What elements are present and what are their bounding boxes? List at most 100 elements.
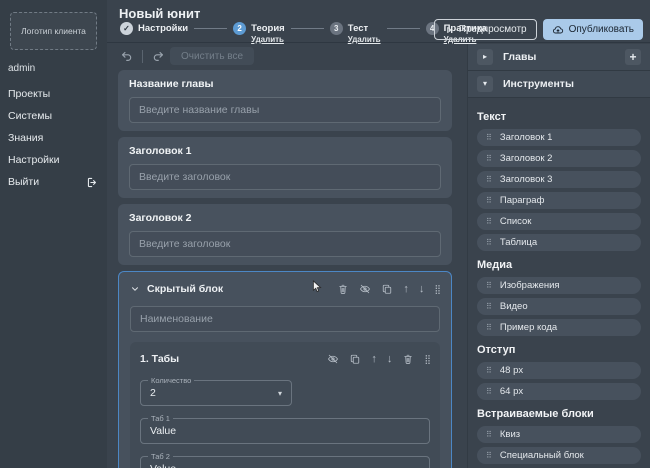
sidebar-nav: Проекты Системы Знания Настройки Выйти — [0, 83, 107, 193]
tool-heading2[interactable]: ⠿ Заголовок 2 — [477, 150, 641, 167]
client-logo-placeholder: Логотип клиента — [10, 12, 97, 50]
move-up-icon[interactable]: ↑ — [403, 284, 409, 295]
tool-spacing-64[interactable]: ⠿ 64 px — [477, 383, 641, 400]
step-theory[interactable]: 2 Теория Удалить — [233, 22, 285, 44]
heading2-card: Заголовок 2 — [118, 204, 452, 265]
sidebar-item-logout[interactable]: Выйти — [0, 171, 107, 193]
step-connector — [291, 28, 324, 29]
preview-button[interactable]: Предпросмотр — [434, 19, 537, 40]
tool-images[interactable]: ⠿ Изображения — [477, 277, 641, 294]
hidden-block-title: Скрытый блок — [147, 283, 223, 295]
sidebar-item-settings[interactable]: Настройки — [0, 149, 107, 171]
left-sidebar: Логотип клиента admin Проекты Системы Зн… — [0, 0, 107, 468]
clear-all-button[interactable]: Очистить все — [170, 47, 254, 65]
toolbar-divider — [142, 50, 143, 63]
copy-icon[interactable] — [381, 283, 393, 295]
chevron-right-icon[interactable]: ▸ — [477, 49, 493, 65]
tab1-field: Таб 1 — [140, 418, 430, 444]
drag-handle-icon: ⠿ — [486, 367, 492, 375]
tab2-field: Таб 2 — [140, 456, 430, 468]
tool-code-sample[interactable]: ⠿ Пример кода — [477, 319, 641, 336]
drag-handle-icon[interactable]: ⣿ — [424, 355, 430, 364]
tool-video[interactable]: ⠿ Видео — [477, 298, 641, 315]
tabs-block-card: 1. Табы ↑ ↓ ⣿ — [130, 342, 440, 468]
step-settings[interactable]: ✓ Настройки — [120, 22, 188, 35]
chapter-title-input[interactable] — [129, 97, 441, 123]
drag-handle-icon: ⠿ — [486, 176, 492, 184]
step-test[interactable]: 3 Тест Удалить — [330, 22, 381, 44]
card-title: Название главы — [129, 78, 441, 90]
eye-off-icon[interactable] — [359, 283, 371, 295]
tool-special-block[interactable]: ⠿ Специальный блок — [477, 447, 641, 464]
client-logo-label: Логотип клиента — [21, 26, 86, 36]
heading1-input[interactable] — [129, 164, 441, 190]
redo-icon[interactable] — [151, 49, 165, 63]
collapse-icon[interactable] — [130, 284, 140, 294]
tool-spacing-48[interactable]: ⠿ 48 px — [477, 362, 641, 379]
cloud-upload-icon — [552, 24, 564, 36]
step-label: Теория — [251, 22, 285, 35]
tab1-input[interactable] — [150, 425, 420, 437]
header-actions: Предпросмотр Опубликовать — [434, 19, 643, 40]
step-delete-link[interactable]: Удалить — [251, 35, 285, 44]
tools-label: Инструменты — [503, 78, 574, 90]
editor-canvas: Название главы Заголовок 1 Заголовок 2 С… — [118, 70, 452, 468]
select-label: Количество — [148, 376, 194, 385]
eye-off-icon[interactable] — [327, 353, 339, 365]
section-title-text: Текст — [477, 111, 641, 123]
add-chapter-button[interactable]: + — [625, 49, 641, 65]
chapters-row: ▸ Главы + — [468, 44, 650, 71]
tab-count-select[interactable]: Количество 2 ▾ — [140, 380, 292, 406]
drag-handle-icon: ⠿ — [486, 239, 492, 247]
tool-quiz[interactable]: ⠿ Квиз — [477, 426, 641, 443]
field-label: Таб 1 — [148, 414, 173, 423]
step-label: Настройки — [138, 22, 188, 35]
page-header: Новый юнит ✓ Настройки 2 Теория Удалить … — [107, 0, 650, 43]
section-title-embeds: Встраиваемые блоки — [477, 408, 641, 420]
step-connector — [194, 28, 227, 29]
section-title-spacing: Отступ — [477, 344, 641, 356]
move-down-icon[interactable]: ↓ — [419, 284, 425, 295]
sidebar-item-knowledge[interactable]: Знания — [0, 127, 107, 149]
tools-row: ▾ Инструменты — [468, 71, 650, 98]
move-down-icon[interactable]: ↓ — [387, 354, 393, 365]
sidebar-item-projects[interactable]: Проекты — [0, 83, 107, 105]
tool-heading1[interactable]: ⠿ Заголовок 1 — [477, 129, 641, 146]
select-value: 2 — [150, 387, 156, 399]
step-number-badge: 3 — [330, 22, 343, 35]
chapters-label: Главы — [503, 51, 536, 63]
trash-icon[interactable] — [402, 353, 414, 365]
chevron-down-icon[interactable]: ▾ — [477, 76, 493, 92]
page-title: Новый юнит — [119, 6, 200, 21]
sidebar-item-systems[interactable]: Системы — [0, 105, 107, 127]
unit-stepper: ✓ Настройки 2 Теория Удалить 3 Тест Удал… — [120, 22, 487, 44]
chapter-title-card: Название главы — [118, 70, 452, 131]
drag-handle-icon[interactable]: ⣿ — [434, 285, 440, 294]
tool-list[interactable]: ⠿ Список — [477, 213, 641, 230]
check-icon: ✓ — [120, 22, 133, 35]
hidden-block-actions: ↑ ↓ ⣿ — [337, 283, 440, 295]
undo-icon[interactable] — [120, 49, 134, 63]
hidden-block-header: Скрытый блок ↑ ↓ ⣿ — [130, 280, 440, 298]
logout-icon — [86, 176, 99, 189]
step-delete-link[interactable]: Удалить — [348, 35, 381, 44]
move-up-icon[interactable]: ↑ — [371, 354, 377, 365]
drag-handle-icon: ⠿ — [486, 303, 492, 311]
tool-table[interactable]: ⠿ Таблица — [477, 234, 641, 251]
caret-down-icon: ▾ — [278, 389, 282, 398]
tool-paragraph[interactable]: ⠿ Параграф — [477, 192, 641, 209]
heading2-input[interactable] — [129, 231, 441, 257]
trash-icon[interactable] — [337, 283, 349, 295]
tool-heading3[interactable]: ⠿ Заголовок 3 — [477, 171, 641, 188]
card-title: Заголовок 1 — [129, 145, 441, 157]
field-label: Таб 2 — [148, 452, 173, 461]
tabs-block-title: 1. Табы — [140, 353, 179, 365]
copy-icon[interactable] — [349, 353, 361, 365]
hidden-block-name-input[interactable] — [130, 306, 440, 332]
tab2-input[interactable] — [150, 463, 420, 468]
app-window: Логотип клиента admin Проекты Системы Зн… — [0, 0, 650, 468]
right-panel: ▸ Главы + ▾ Инструменты Текст ⠿ Заголово… — [467, 44, 650, 468]
publish-button[interactable]: Опубликовать — [543, 19, 643, 40]
drag-handle-icon: ⠿ — [486, 134, 492, 142]
drag-handle-icon: ⠿ — [486, 388, 492, 396]
